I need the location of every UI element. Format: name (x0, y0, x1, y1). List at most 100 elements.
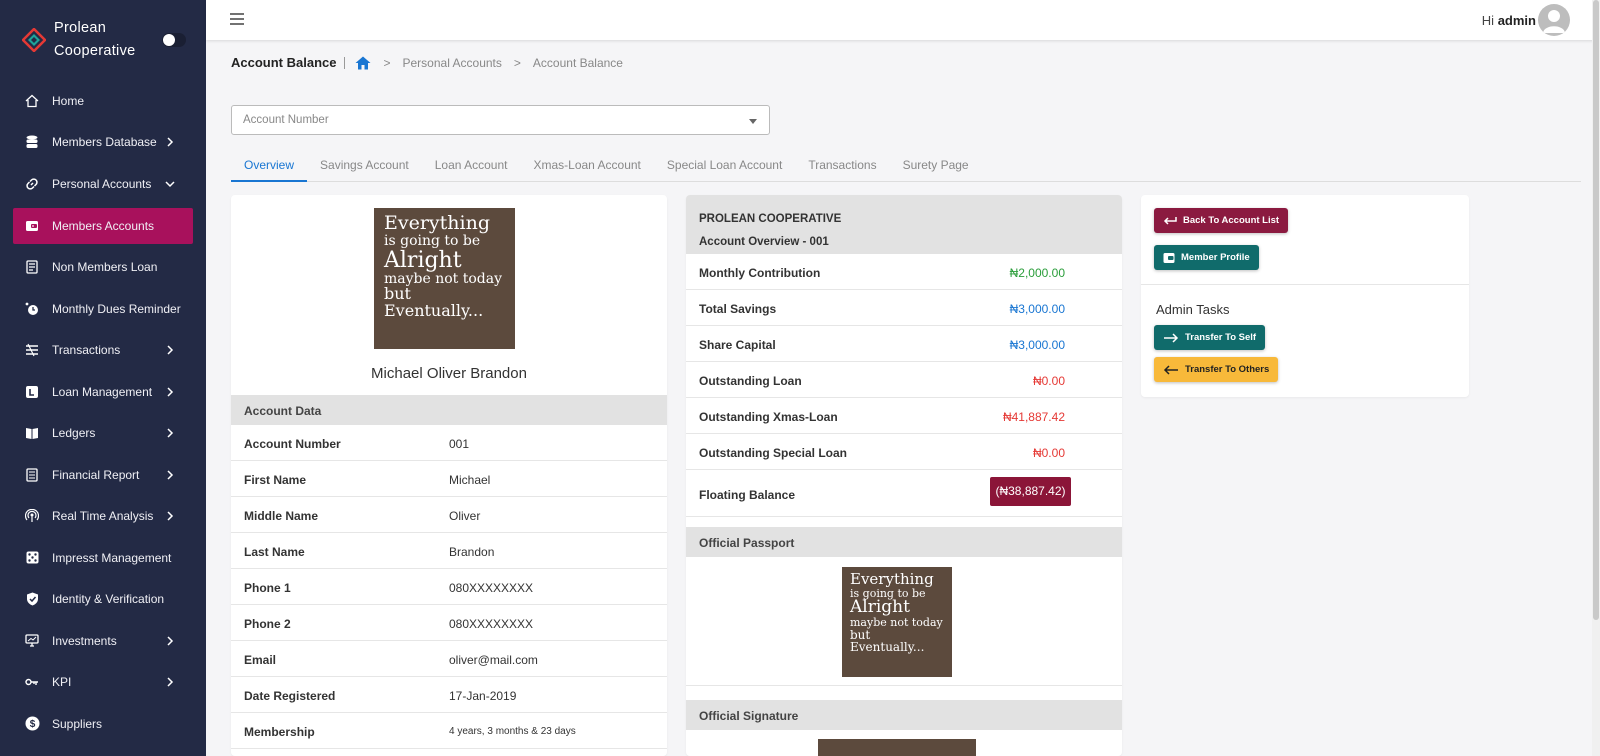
arrow-left-icon (1163, 364, 1179, 375)
wallet-icon (1163, 252, 1175, 264)
chevron-down-icon (165, 181, 175, 187)
sidebar-item-members-database[interactable]: Members Database (0, 122, 206, 164)
sidebar-item-personal-accounts[interactable]: Personal Accounts (0, 163, 206, 205)
sidebar-item-label: Transactions (52, 343, 121, 358)
theme-toggle[interactable] (162, 33, 186, 47)
sidebar: Prolean Cooperative Home Members Databas… (0, 0, 206, 756)
menu-icon[interactable] (230, 13, 244, 25)
sidebar-item-kpi[interactable]: KPI (0, 662, 206, 704)
alarm-icon (24, 301, 40, 317)
chevron-right-icon (167, 345, 174, 355)
home-icon[interactable] (355, 56, 371, 70)
sidebar-item-members-accounts[interactable]: Members Accounts (13, 207, 193, 244)
sidebar-item-real-time-analysis[interactable]: Real Time Analysis (0, 496, 206, 538)
tab-savings-account[interactable]: Savings Account (307, 148, 422, 182)
tab-overview[interactable]: Overview (231, 148, 308, 182)
sidebar-item-label: Ledgers (52, 426, 96, 441)
transfer-to-others-button[interactable]: Transfer To Others (1154, 357, 1279, 382)
tab-special-loan-account[interactable]: Special Loan Account (654, 148, 795, 182)
official-signature-header: Official Signature (686, 700, 1122, 730)
sidebar-nav: Home Members Database Personal Accounts … (0, 80, 206, 745)
user-greeting: Hi admin (1481, 13, 1536, 28)
transfer-to-self-button[interactable]: Transfer To Self (1154, 325, 1266, 350)
wallet-icon (24, 218, 40, 234)
table-row: Outstanding Xmas-Loan ₦41,887.42 (686, 398, 1122, 434)
table-row: Phone 1 080XXXXXXXX (231, 569, 667, 605)
page-scrollbar[interactable] (1592, 0, 1600, 756)
sidebar-item-label: Real Time Analysis (52, 509, 154, 524)
sidebar-item-ledgers[interactable]: Ledgers (0, 413, 206, 455)
table-row: Outstanding Special Loan ₦0.00 (686, 434, 1122, 470)
chevron-right-icon (167, 636, 174, 646)
sidebar-item-home[interactable]: Home (0, 80, 206, 122)
sidebar-item-label: Impresst Management (52, 550, 172, 565)
table-row: Date Registered 17-Jan-2019 (231, 677, 667, 713)
main-content: Account Balance > Personal Accounts > Ac… (206, 40, 1592, 756)
sidebar-item-identity-verification[interactable]: Identity & Verification (0, 579, 206, 621)
sidebar-item-label: Home (52, 93, 85, 108)
tab-surety-page[interactable]: Surety Page (890, 148, 982, 182)
loan-icon (24, 384, 40, 400)
breadcrumb: Account Balance > Personal Accounts > Ac… (231, 56, 623, 70)
sidebar-item-transactions[interactable]: Transactions (0, 330, 206, 372)
chevron-right-icon (167, 511, 174, 521)
account-overview-card: PROLEAN COOPERATIVE Account Overview - 0… (686, 195, 1122, 756)
report-icon (24, 467, 40, 483)
dollar-coin-icon: $ (24, 716, 40, 732)
database-icon (24, 134, 40, 150)
top-bar: Hi admin (206, 0, 1600, 40)
chevron-right-icon (167, 387, 174, 397)
sidebar-item-label: Members Database (52, 135, 157, 150)
sidebar-item-label: Investments (52, 633, 117, 648)
tab-transactions[interactable]: Transactions (795, 148, 889, 182)
sidebar-item-loan-management[interactable]: Loan Management (0, 371, 206, 413)
sidebar-item-financial-report[interactable]: Financial Report (0, 454, 206, 496)
table-row: First Name Michael (231, 461, 667, 497)
breadcrumb-account-balance: Account Balance (532, 56, 623, 70)
chevron-right-icon (167, 677, 174, 687)
tab-loan-account[interactable]: Loan Account (422, 148, 521, 182)
monitor-icon (24, 633, 40, 649)
account-number-placeholder: Account Number (243, 114, 329, 126)
table-row: Outstanding Loan ₦0.00 (686, 362, 1122, 398)
exchange-icon (24, 342, 40, 358)
table-row: Membership 4 years, 3 months & 23 days (231, 713, 667, 749)
divider (686, 685, 1122, 686)
avatar[interactable] (1538, 4, 1570, 36)
table-row: Account Number 001 (231, 425, 667, 461)
floating-balance-badge: (₦38,887.42) (990, 477, 1071, 506)
sidebar-item-label: Non Members Loan (52, 260, 158, 275)
broadcast-icon (24, 508, 40, 524)
table-row: Phone 2 080XXXXXXXX (231, 605, 667, 641)
back-to-account-list-button[interactable]: Back To Account List (1154, 208, 1289, 233)
chevron-right-icon (167, 470, 174, 480)
sidebar-item-label: Suppliers (52, 716, 103, 731)
sidebar-item-label: Financial Report (52, 467, 140, 482)
brand-logo-icon (22, 28, 46, 52)
account-number-select[interactable]: Account Number (231, 105, 770, 135)
tab-xmas-loan-account[interactable]: Xmas-Loan Account (520, 148, 653, 182)
table-row: Middle Name Oliver (231, 497, 667, 533)
key-icon (24, 674, 40, 690)
sidebar-item-investments[interactable]: Investments (0, 620, 206, 662)
sidebar-item-label: Monthly Dues Reminder (52, 301, 181, 316)
return-arrow-icon (1163, 216, 1177, 226)
sidebar-item-suppliers[interactable]: $ Suppliers (0, 703, 206, 745)
dice-icon (24, 550, 40, 566)
member-profile-button[interactable]: Member Profile (1154, 245, 1259, 270)
breadcrumb-personal-accounts[interactable]: Personal Accounts (403, 56, 502, 70)
breadcrumb-separator: > (513, 56, 521, 70)
sidebar-item-monthly-dues-reminder[interactable]: Monthly Dues Reminder (0, 288, 206, 330)
brand-name: Prolean Cooperative (54, 20, 136, 59)
sidebar-item-label: Identity & Verification (52, 592, 165, 607)
shield-check-icon (24, 591, 40, 607)
table-row: Email oliver@mail.com (231, 641, 667, 677)
table-row: Last Name Brandon (231, 533, 667, 569)
sidebar-item-non-members-loan[interactable]: Non Members Loan (0, 247, 206, 289)
member-profile-card: Everything is going to be Alright maybe … (231, 195, 667, 756)
official-passport-photo: Everything is going to be Alright maybe … (842, 567, 952, 677)
page-title: Account Balance (231, 56, 346, 69)
floating-balance-row: Floating Balance (₦38,887.42) (686, 470, 1122, 517)
receipt-icon (24, 259, 40, 275)
sidebar-item-imprest-management[interactable]: Impresst Management (0, 537, 206, 579)
